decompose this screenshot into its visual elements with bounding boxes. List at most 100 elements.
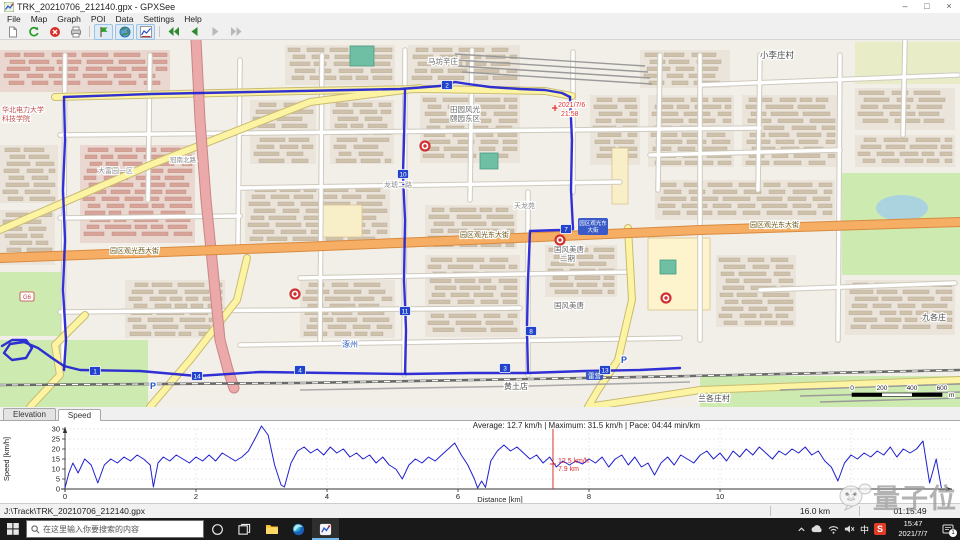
svg-text:小李庄村: 小李庄村 xyxy=(760,50,795,60)
reload-icon xyxy=(28,26,40,38)
tray-onedrive-icon[interactable] xyxy=(811,524,823,534)
taskbar-app-cortana[interactable] xyxy=(204,518,231,540)
svg-text:大街: 大街 xyxy=(587,226,599,234)
maximize-button[interactable]: □ xyxy=(916,0,938,13)
status-file-path: J:\Track\TRK_20210706_212140.gpx xyxy=(4,506,145,516)
print-button[interactable] xyxy=(66,24,85,40)
explorer-icon xyxy=(265,523,279,535)
open-icon xyxy=(7,26,19,38)
svg-text:国风美唐: 国风美唐 xyxy=(554,300,584,310)
last-icon xyxy=(230,26,243,37)
svg-text:九各庄: 九各庄 xyxy=(922,312,946,322)
svg-text:25: 25 xyxy=(52,435,60,444)
notification-center-button[interactable]: 1 xyxy=(940,521,957,537)
taskview-icon xyxy=(238,523,251,536)
taskbar-app-taskview[interactable] xyxy=(231,518,258,540)
svg-text:二期: 二期 xyxy=(560,254,575,263)
svg-text:G6: G6 xyxy=(23,295,32,301)
graph-stats: Average: 12.7 km/h | Maximum: 31.5 km/h … xyxy=(473,421,701,430)
status-distance: 16.0 km xyxy=(799,506,831,516)
svg-text:2021/7/6: 2021/7/6 xyxy=(558,102,585,109)
svg-text:科技学院: 科技学院 xyxy=(2,114,30,123)
svg-text:P: P xyxy=(621,355,627,365)
svg-text:华北电力大学: 华北电力大学 xyxy=(2,105,44,114)
tray-sogou-icon[interactable]: S xyxy=(874,523,886,535)
svg-text:11: 11 xyxy=(402,308,409,315)
taskbar-app-edge[interactable] xyxy=(285,518,312,540)
svg-text:园区观光东: 园区观光东 xyxy=(579,219,607,227)
svg-text:7: 7 xyxy=(564,226,568,233)
minimize-button[interactable]: – xyxy=(894,0,916,13)
svg-text:600: 600 xyxy=(937,385,948,392)
svg-text:4: 4 xyxy=(325,492,329,501)
svg-text:龙琥二路: 龙琥二路 xyxy=(384,180,412,189)
graph-tab-bar: Elevation Speed xyxy=(0,407,960,421)
menu-data[interactable]: Data xyxy=(111,14,139,24)
svg-text:兰各庄村: 兰各庄村 xyxy=(698,393,730,403)
menu-graph[interactable]: Graph xyxy=(52,14,86,24)
open-file-button[interactable] xyxy=(3,24,22,40)
show-map-button[interactable] xyxy=(115,23,134,40)
svg-text:400: 400 xyxy=(907,385,918,392)
flag-icon xyxy=(98,26,110,38)
close-icon xyxy=(49,26,61,38)
toolbar-separator xyxy=(89,26,90,37)
map-view[interactable]: 小李庄村马坊辛庄田园风光颐园东区龙琥二路园区观光西大街园区观光东大街园区观光东大… xyxy=(0,40,960,407)
taskbar-app-explorer[interactable] xyxy=(258,518,285,540)
tab-speed[interactable]: Speed xyxy=(57,409,102,421)
svg-text:园区观光东大街: 园区观光东大街 xyxy=(460,230,509,239)
tray-ime-indicator[interactable]: 中 xyxy=(860,523,869,536)
search-placeholder: 在这里输入你要搜索的内容 xyxy=(43,524,139,534)
svg-text:10: 10 xyxy=(716,492,724,501)
svg-text:天龙苑: 天龙苑 xyxy=(514,201,535,210)
menu-file[interactable]: File xyxy=(2,14,26,24)
svg-text:园区观光西大街: 园区观光西大街 xyxy=(110,246,159,255)
svg-text:200: 200 xyxy=(877,385,888,392)
tray-network-icon[interactable] xyxy=(828,525,839,534)
taskbar-search-input[interactable]: 在这里输入你要搜索的内容 xyxy=(26,520,204,538)
svg-text:12.5 km/h: 12.5 km/h xyxy=(558,458,589,465)
svg-text:12: 12 xyxy=(847,492,855,501)
reload-file-button[interactable] xyxy=(24,24,43,40)
svg-text:13: 13 xyxy=(601,367,609,374)
tray-chevron-up-icon[interactable] xyxy=(797,525,806,534)
status-time: 01:15:49 xyxy=(893,506,927,516)
svg-text:10: 10 xyxy=(52,465,60,474)
svg-text:14: 14 xyxy=(193,373,201,380)
search-icon xyxy=(31,524,40,533)
toolbar-separator xyxy=(159,26,160,37)
first-track-button[interactable] xyxy=(164,24,183,40)
close-button[interactable]: × xyxy=(938,0,960,13)
taskbar-app-gpxsee[interactable] xyxy=(312,518,339,540)
prev-track-button[interactable] xyxy=(185,24,204,40)
svg-text:3: 3 xyxy=(503,365,507,372)
show-poi-button[interactable] xyxy=(94,23,113,40)
tray-volume-muted-icon[interactable] xyxy=(844,524,855,534)
speed-graph[interactable]: 0510152025300 2 4 6 8 10 12Distance [km]Speed … xyxy=(0,421,960,504)
svg-text:20: 20 xyxy=(52,445,60,454)
next-track-button[interactable] xyxy=(206,24,225,40)
menu-help[interactable]: Help xyxy=(179,14,206,24)
svg-text:0: 0 xyxy=(56,485,60,494)
graph-panel: Elevation Speed 0 5 10 15 20 25 30 0 2 4 6 8 10 12 Dist… xyxy=(0,407,960,504)
menu-settings[interactable]: Settings xyxy=(139,14,180,24)
tray-clock-date: 2021/7/7 xyxy=(898,529,928,538)
tab-elevation[interactable]: Elevation xyxy=(3,408,56,420)
svg-text:国风美唐: 国风美唐 xyxy=(554,244,584,254)
svg-text:21:58: 21:58 xyxy=(561,111,579,118)
svg-text:4: 4 xyxy=(298,367,302,374)
menu-map[interactable]: Map xyxy=(26,14,53,24)
toolbar xyxy=(0,23,960,40)
tray-clock-time: 15:47 xyxy=(903,519,923,529)
notification-badge: 1 xyxy=(949,529,957,537)
tray-clock[interactable]: 15:47 2021/7/7 xyxy=(891,519,935,539)
close-file-button[interactable] xyxy=(45,24,64,40)
svg-text:15: 15 xyxy=(52,455,60,464)
show-graphs-button[interactable] xyxy=(136,23,155,40)
menu-poi[interactable]: POI xyxy=(86,14,111,24)
svg-text:园区观光东大街: 园区观光东大街 xyxy=(750,220,799,229)
start-button[interactable] xyxy=(0,518,26,540)
svg-text:7.9 km: 7.9 km xyxy=(558,466,579,473)
system-tray: 中 S 15:47 2021/7/7 1 xyxy=(797,519,960,539)
last-track-button[interactable] xyxy=(227,24,246,40)
